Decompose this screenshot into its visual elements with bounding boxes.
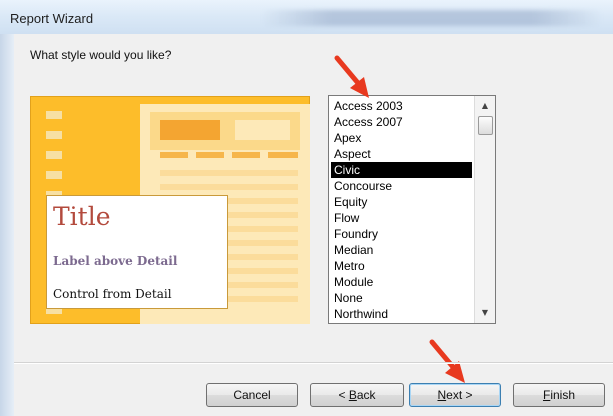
preview-decor xyxy=(46,171,62,179)
listbox-scrollbar[interactable]: ▲ ▼ xyxy=(474,96,495,323)
scroll-thumb[interactable] xyxy=(478,116,493,135)
back-label-prefix: < xyxy=(338,388,349,402)
finish-button[interactable]: Finish xyxy=(513,383,605,407)
preview-cell xyxy=(268,152,298,158)
preview-label-above-detail: Label above Detail xyxy=(53,254,178,268)
preview-cell xyxy=(232,152,260,158)
preview-label-card: Title Label above Detail Control from De… xyxy=(46,195,228,309)
preview-control-from-detail: Control from Detail xyxy=(53,287,172,301)
window-title: Report Wizard xyxy=(10,11,94,26)
style-listbox[interactable]: Access 2003 Access 2007 Apex Aspect Civic Con… xyxy=(328,95,496,324)
preview-decor xyxy=(46,131,62,139)
red-arrow-icon xyxy=(334,55,369,98)
preview-title: Title xyxy=(53,202,111,231)
back-button[interactable]: < Back xyxy=(310,383,404,407)
cancel-label: Cancel xyxy=(233,388,271,402)
style-option[interactable]: Northwind xyxy=(331,306,472,322)
style-option[interactable]: Civic xyxy=(331,162,472,178)
style-prompt: What style would you like? xyxy=(30,48,172,62)
style-option[interactable]: Apex xyxy=(331,130,472,146)
triangle-down-icon[interactable]: ▼ xyxy=(475,305,495,321)
style-option[interactable]: Median xyxy=(331,242,472,258)
triangle-up-icon[interactable]: ▲ xyxy=(475,98,495,114)
style-option[interactable]: Module xyxy=(331,274,472,290)
cancel-button[interactable]: Cancel xyxy=(206,383,298,407)
preview-header-box xyxy=(235,120,290,140)
preview-row xyxy=(160,184,298,190)
style-list: Access 2003 Access 2007 Apex Aspect Civic Con… xyxy=(329,96,495,322)
preview-cell xyxy=(196,152,224,158)
next-label: Next > xyxy=(437,388,472,402)
style-option[interactable]: Concourse xyxy=(331,178,472,194)
finish-label: Finish xyxy=(543,388,575,402)
style-option[interactable]: Flow xyxy=(331,210,472,226)
back-accesskey: B xyxy=(348,388,357,402)
style-option[interactable]: None xyxy=(331,290,472,306)
next-accesskey: N xyxy=(437,388,447,402)
back-label: < Back xyxy=(338,388,375,402)
preview-cell xyxy=(160,152,188,158)
back-label-rest: ack xyxy=(356,388,376,402)
style-option[interactable]: Equity xyxy=(331,194,472,210)
preview-header-bar xyxy=(160,120,220,140)
next-label-rest: ext > xyxy=(446,388,473,402)
style-option[interactable]: Foundry xyxy=(331,226,472,242)
blurred-title-area xyxy=(262,10,602,26)
style-option[interactable]: Aspect xyxy=(331,146,472,162)
next-button[interactable]: Next > xyxy=(409,383,501,407)
style-option[interactable]: Access 2007 xyxy=(331,114,472,130)
style-option[interactable]: Metro xyxy=(331,258,472,274)
preview-decor xyxy=(46,111,62,119)
preview-decor xyxy=(46,151,62,159)
window-frame-left xyxy=(0,34,14,416)
button-separator xyxy=(14,362,613,364)
title-bar: Report Wizard xyxy=(0,0,613,35)
finish-label-rest: inish xyxy=(550,388,576,402)
preview-row xyxy=(160,170,298,176)
